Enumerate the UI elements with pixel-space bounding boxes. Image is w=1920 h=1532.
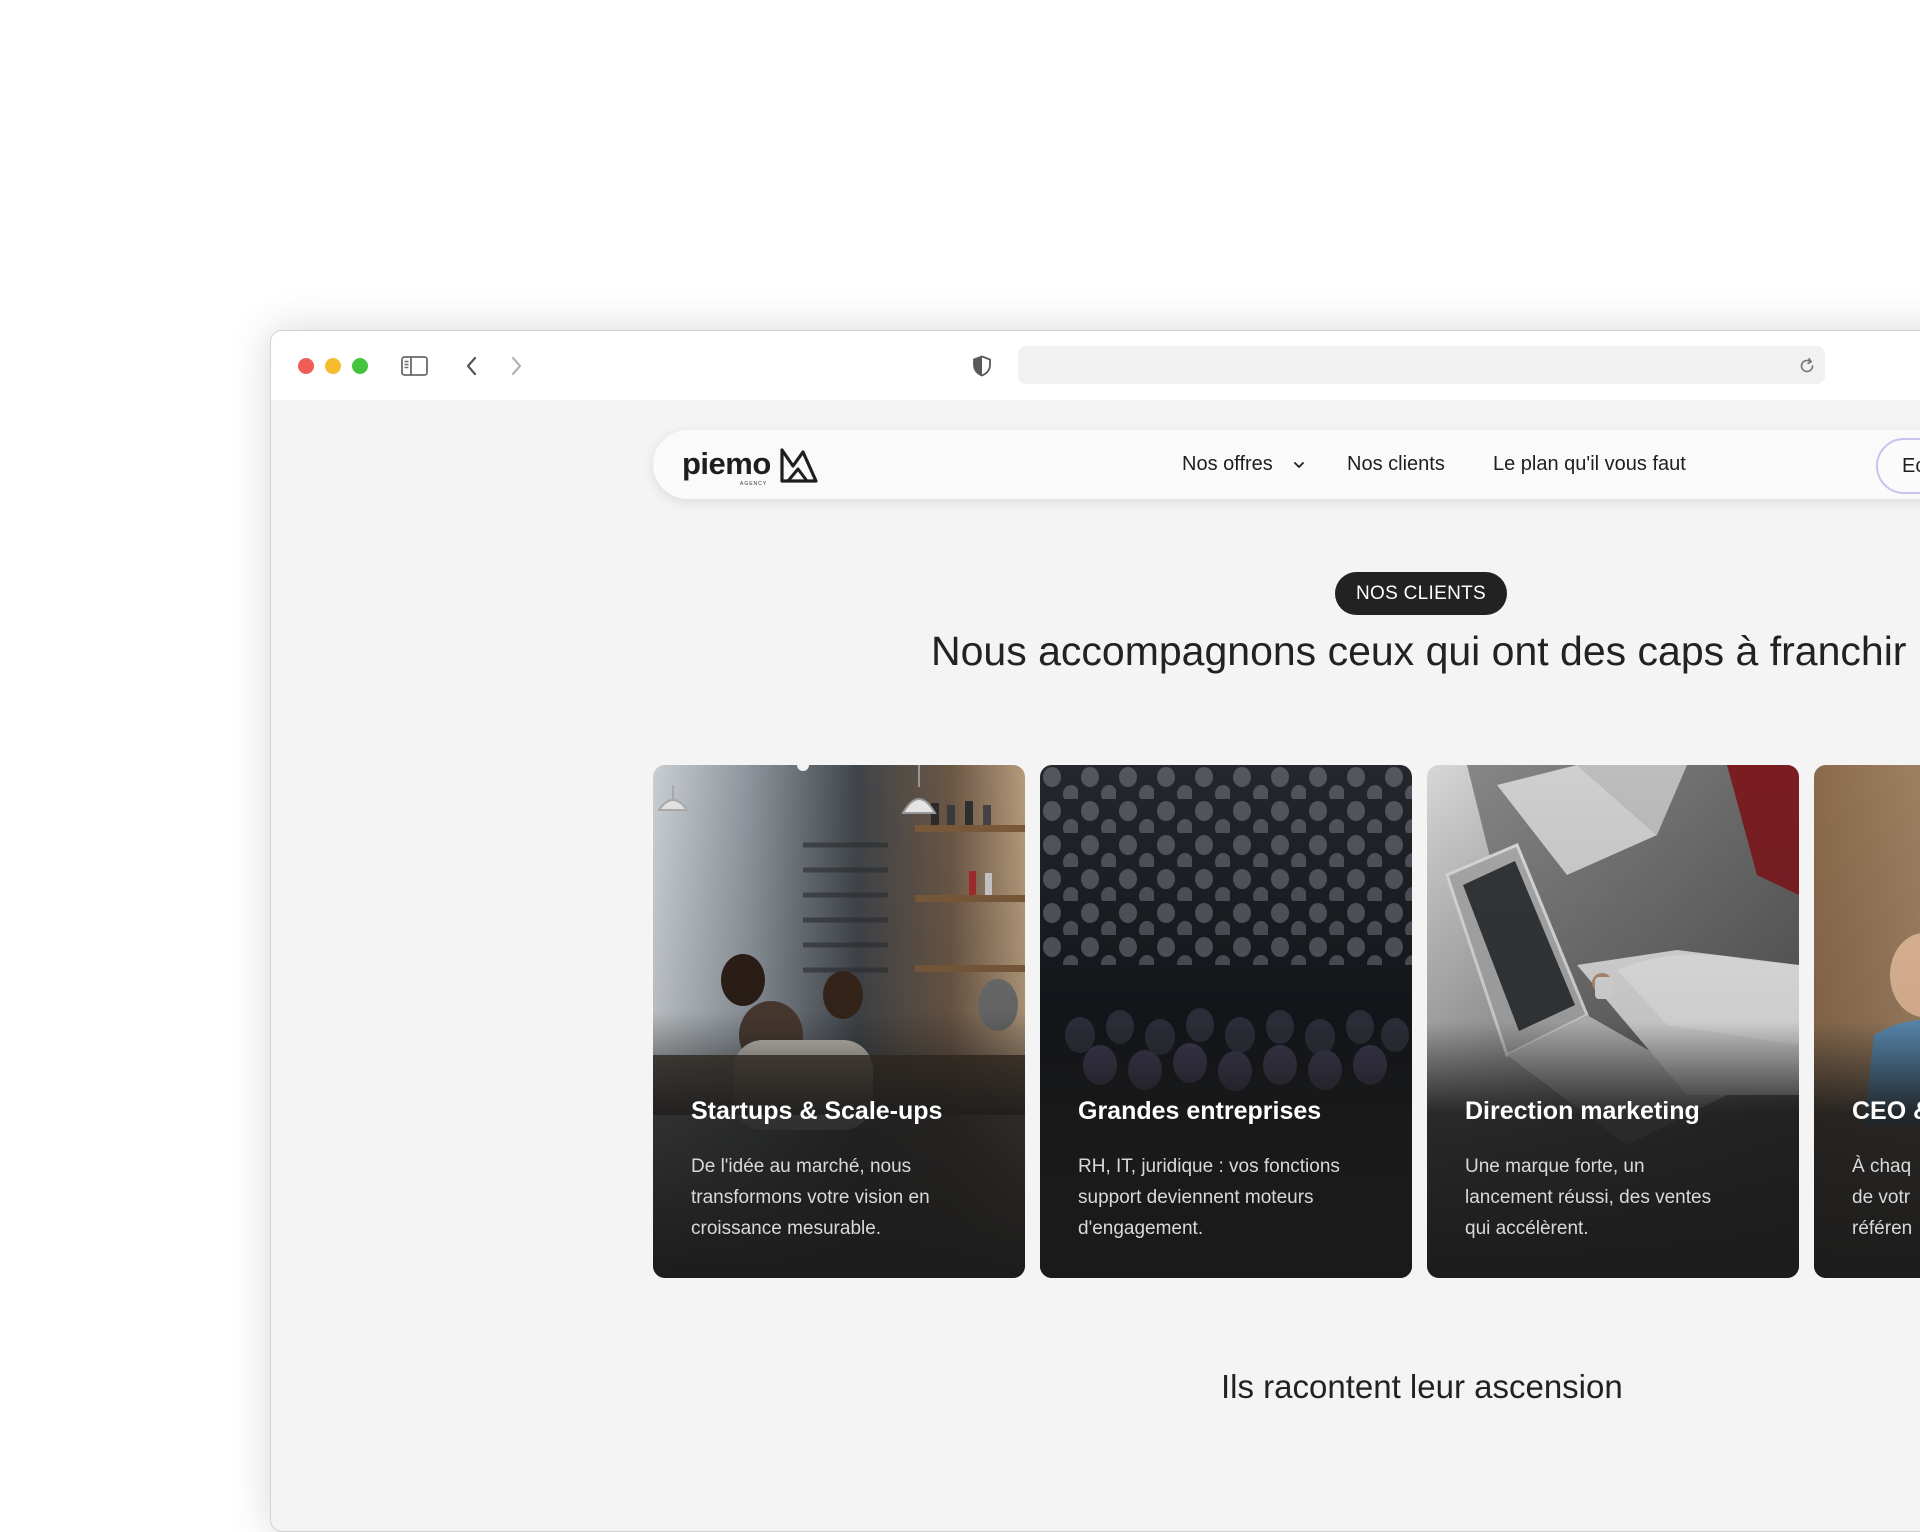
close-window-button[interactable]: [298, 358, 314, 374]
nav-link-nos-offres[interactable]: Nos offres: [1182, 452, 1273, 476]
card-description-line: Une marque forte, un: [1465, 1156, 1645, 1177]
card-description-line: référen: [1852, 1218, 1913, 1239]
back-arrow-icon[interactable]: [464, 355, 480, 377]
address-bar[interactable]: [1018, 346, 1825, 384]
sidebar-toggle-icon[interactable]: [401, 356, 428, 376]
card-description-line: qui accélèrent.: [1465, 1218, 1589, 1239]
client-card-grandes-entreprises[interactable]: Grandes entreprises RH, IT, juridique : …: [1040, 765, 1412, 1278]
card-description-line: À chaq: [1852, 1156, 1912, 1177]
section-badge: NOS CLIENTS: [1335, 572, 1507, 615]
card-title: Direction marketing: [1465, 1097, 1700, 1125]
forward-arrow-icon[interactable]: [508, 355, 524, 377]
client-card-ceo[interactable]: CEO & À chaq de votr référen: [1814, 765, 1920, 1278]
card-title: Startups & Scale-ups: [691, 1097, 943, 1125]
client-card-startups[interactable]: Startups & Scale-ups De l'idée au marché…: [653, 765, 1025, 1278]
contact-cta-button[interactable]: Ec: [1876, 438, 1920, 494]
testimonials-title: Ils racontent leur ascension: [1221, 1368, 1623, 1405]
card-description-line: transformons votre vision en: [691, 1187, 930, 1208]
cta-label: Ec: [1902, 455, 1920, 477]
minimize-window-button[interactable]: [325, 358, 341, 374]
site-navbar: piemo AGENCY Nos offres Nos clients Le p…: [653, 430, 1920, 499]
card-description: RH, IT, juridique : vos fonctions suppor…: [1078, 1151, 1378, 1244]
mountain-logo-icon: [780, 448, 818, 483]
client-card-direction-marketing[interactable]: Direction marketing Une marque forte, un…: [1427, 765, 1799, 1278]
card-description-line: lancement réussi, des ventes: [1465, 1187, 1712, 1208]
nav-link-le-plan[interactable]: Le plan qu'il vous faut: [1493, 452, 1686, 476]
logo-subtitle: AGENCY: [740, 481, 768, 487]
chevron-down-icon[interactable]: [1293, 460, 1305, 470]
browser-window: piemo AGENCY Nos offres Nos clients Le p…: [270, 330, 1920, 1532]
card-description-line: d'engagement.: [1078, 1218, 1204, 1239]
card-description-line: de votr: [1852, 1187, 1911, 1208]
card-title: Grandes entreprises: [1078, 1097, 1322, 1125]
nav-link-nos-clients[interactable]: Nos clients: [1347, 452, 1445, 476]
browser-toolbar: [271, 331, 1920, 400]
card-title: CEO &: [1852, 1097, 1920, 1125]
card-description-line: croissance mesurable.: [691, 1218, 882, 1239]
maximize-window-button[interactable]: [352, 358, 368, 374]
card-description: De l'idée au marché, nous transformons v…: [691, 1151, 991, 1244]
card-description: À chaq de votr référen: [1852, 1151, 1920, 1244]
card-description: Une marque forte, un lancement réussi, d…: [1465, 1151, 1765, 1244]
page-headline: Nous accompagnons ceux qui ont des caps …: [931, 628, 1907, 674]
card-description-line: support deviennent moteurs: [1078, 1187, 1314, 1208]
logo-wordmark: piemo: [682, 446, 771, 481]
privacy-shield-icon[interactable]: [972, 355, 992, 377]
card-description-line: RH, IT, juridique : vos fonctions: [1078, 1156, 1340, 1177]
card-description-line: De l'idée au marché, nous: [691, 1156, 912, 1177]
reload-icon[interactable]: [1798, 357, 1816, 375]
